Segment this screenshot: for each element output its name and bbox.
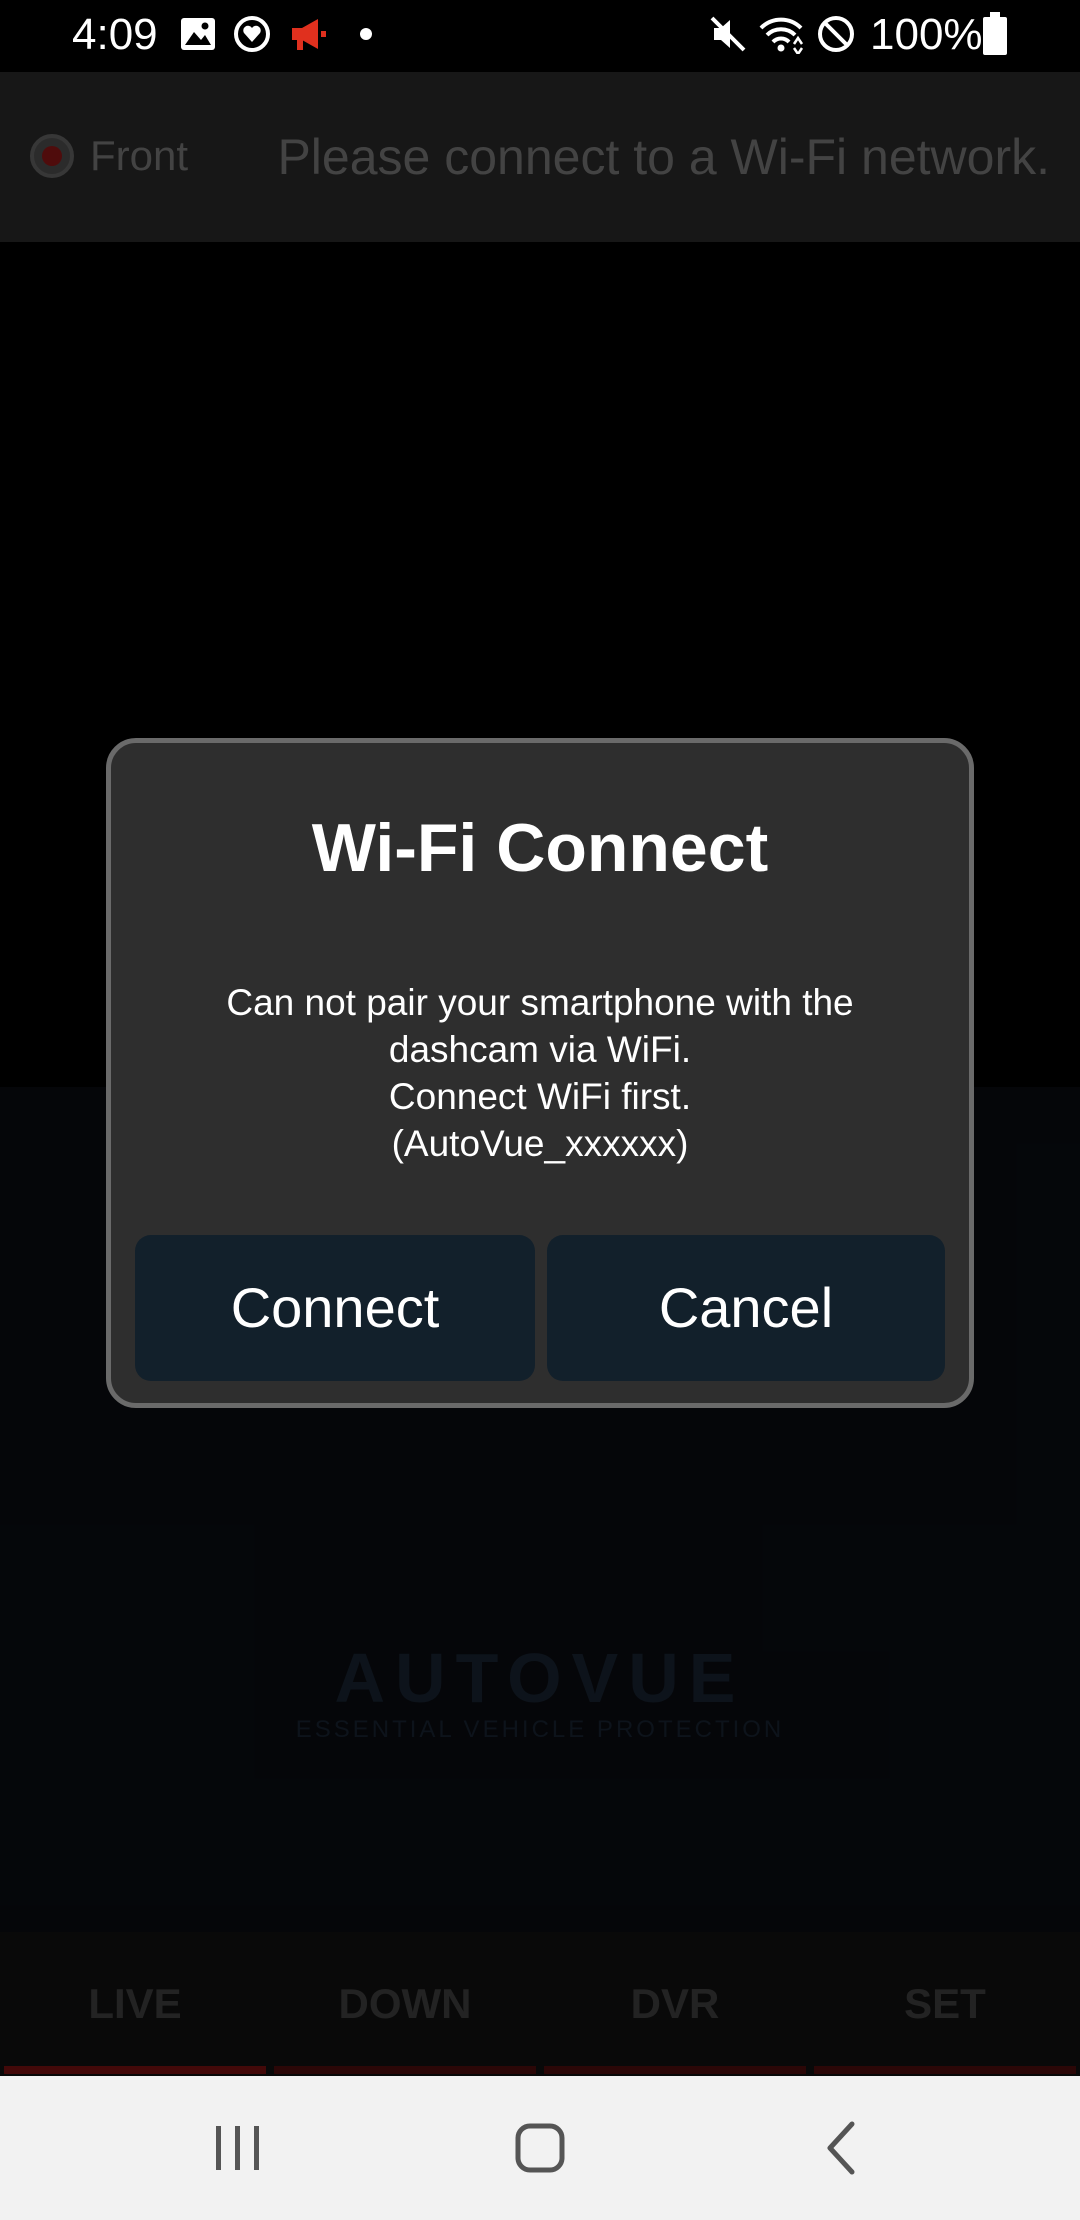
- status-bar: 4:09 100%: [0, 0, 1080, 72]
- status-time: 4:09: [72, 10, 158, 59]
- gallery-icon: [181, 18, 215, 50]
- back-icon[interactable]: [802, 2108, 882, 2188]
- dialog-message-line: Can not pair your smartphone with the: [226, 982, 854, 1023]
- mute-icon: [710, 16, 746, 52]
- wifi-connect-dialog: Wi-Fi Connect Can not pair your smartpho…: [106, 738, 974, 1408]
- dialog-message-line: dashcam via WiFi.: [388, 1029, 692, 1070]
- recent-apps-icon[interactable]: [198, 2108, 278, 2188]
- connect-button[interactable]: Connect: [135, 1235, 535, 1381]
- dialog-message-line: Connect WiFi first.: [388, 1076, 692, 1117]
- do-not-disturb-icon: [818, 16, 854, 52]
- system-nav-bar: [0, 2076, 1080, 2220]
- heart-circle-icon: [234, 16, 270, 52]
- wifi-icon: [759, 17, 804, 54]
- battery-icon: [983, 12, 1007, 55]
- dialog-title: Wi-Fi Connect: [311, 810, 769, 886]
- megaphone-icon: [292, 19, 326, 50]
- battery-percent: 100%: [870, 10, 983, 59]
- dot-icon: [360, 28, 372, 40]
- home-icon[interactable]: [500, 2108, 580, 2188]
- dialog-message: Can not pair your smartphone with the da…: [131, 979, 949, 1167]
- dialog-message-line: (AutoVue_xxxxxx): [391, 1123, 689, 1164]
- cancel-button[interactable]: Cancel: [547, 1235, 945, 1381]
- app-screen: 4:09 100% Front Please connect to a Wi-F…: [0, 0, 1080, 2220]
